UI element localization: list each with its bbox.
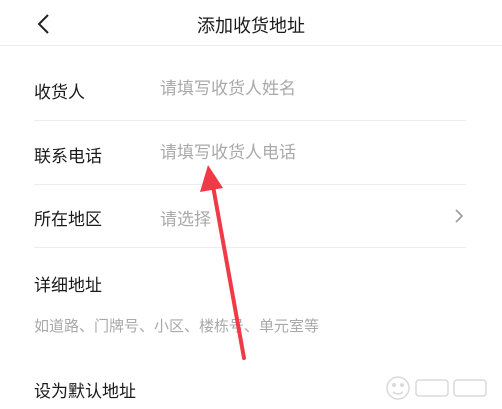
- region-label: 所在地区: [34, 210, 102, 230]
- region-row[interactable]: 所在地区 请选择: [34, 185, 466, 248]
- page-title: 添加收货地址: [197, 16, 305, 37]
- default-address-label: 设为默认地址: [34, 382, 136, 402]
- region-select[interactable]: 请选择: [160, 205, 466, 230]
- baidu-jingyan-watermark-icon: [386, 376, 487, 400]
- address-label: 详细地址: [34, 276, 102, 296]
- recipient-row: 收货人: [34, 57, 466, 121]
- address-input[interactable]: [34, 314, 466, 338]
- phone-label: 联系电话: [34, 147, 102, 167]
- phone-input[interactable]: [160, 141, 466, 165]
- phone-row: 联系电话: [34, 121, 466, 185]
- header: 添加收货地址: [0, 0, 502, 46]
- recipient-name-input[interactable]: [160, 77, 466, 101]
- chevron-right-icon: [455, 209, 464, 223]
- recipient-label: 收货人: [34, 83, 85, 103]
